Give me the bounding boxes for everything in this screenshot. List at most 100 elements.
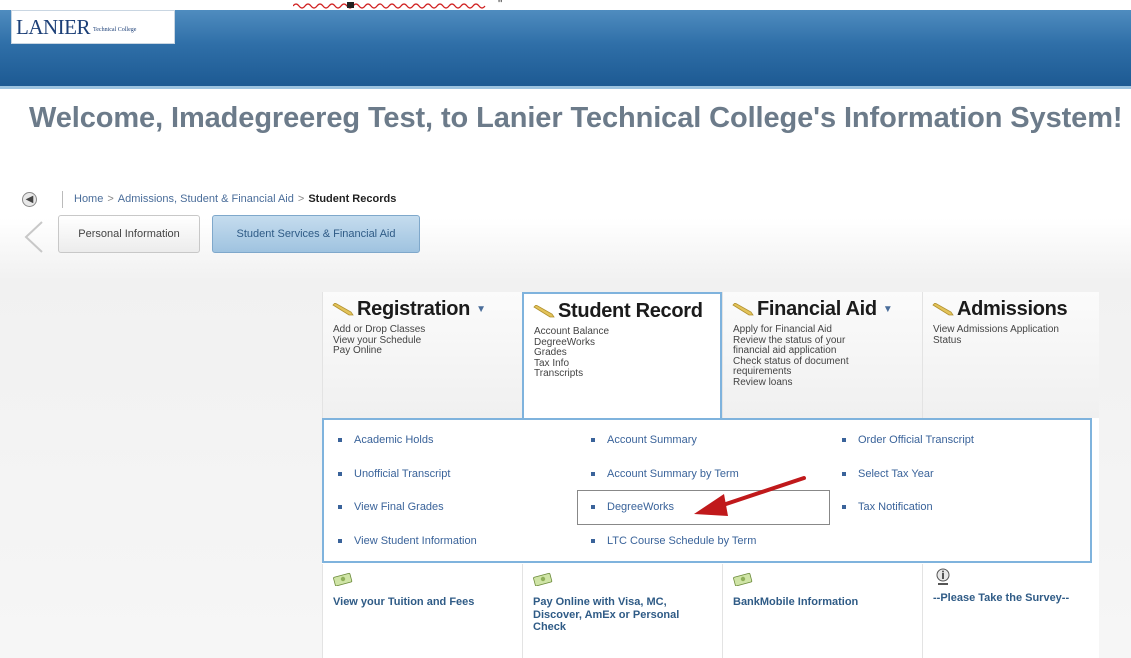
bullet-icon <box>591 539 595 544</box>
category-registration[interactable]: Registration ▼ Add or Drop Classes View y… <box>322 292 522 418</box>
link-label: Select Tax Year <box>858 468 934 480</box>
bullet-icon <box>842 505 846 510</box>
category-line: Pay Online <box>333 345 382 356</box>
link-label: View Student Information <box>354 535 477 547</box>
pencil-icon <box>533 304 555 318</box>
link-label: LTC Course Schedule by Term <box>607 535 757 547</box>
category-financial-aid[interactable]: Financial Aid ▼ Apply for Financial Aid R… <box>722 292 922 418</box>
category-line: Add or Drop Classes <box>333 324 426 335</box>
category-line: Status <box>933 334 962 346</box>
header-divider <box>0 86 1131 89</box>
money-icon <box>733 572 753 586</box>
link-order-official-transcript[interactable]: Order Official Transcript <box>842 434 974 446</box>
category-line: Apply for Financial Aid <box>733 324 832 335</box>
link-tax-notification[interactable]: Tax Notification <box>842 501 933 513</box>
category-student-record[interactable]: Student Record Account Balance DegreeWor… <box>522 292 722 420</box>
bullet-icon <box>591 505 595 510</box>
tile-pay-online[interactable]: Pay Online with Visa, MC, Discover, AmEx… <box>522 564 722 658</box>
tab-personal-information[interactable]: Personal Information <box>58 215 200 253</box>
breadcrumb: Home > Admissions, Student & Financial Aid… <box>74 193 396 205</box>
category-admissions[interactable]: Admissions View Admissions Application S… <box>922 292 1099 418</box>
tile-line: BankMobile Information <box>733 596 859 608</box>
chevron-down-icon[interactable]: ▼ <box>883 304 893 315</box>
quote-mark: " <box>498 0 503 11</box>
link-view-final-grades[interactable]: View Final Grades <box>338 501 444 513</box>
link-view-student-information[interactable]: View Student Information <box>338 535 477 547</box>
category-description: Add or Drop Classes View your Schedule P… <box>333 324 426 357</box>
bullet-icon <box>338 438 342 443</box>
chevron-down-icon[interactable]: ▼ <box>476 304 486 315</box>
pencil-icon <box>732 302 754 316</box>
link-degreeworks[interactable]: DegreeWorks <box>591 501 674 513</box>
category-line: financial aid application <box>733 345 837 356</box>
category-line: requirements <box>733 366 792 377</box>
category-line: Grades <box>534 347 567 358</box>
category-line: Account Balance <box>534 326 610 337</box>
link-label: Unofficial Transcript <box>354 468 451 480</box>
category-line: Review loans <box>733 376 793 388</box>
breadcrumb-admissions[interactable]: Admissions, Student & Financial Aid <box>118 193 294 205</box>
tile-line: Check <box>533 621 567 633</box>
category-description: Apply for Financial Aid Review the statu… <box>733 324 849 388</box>
category-title-text: Registration <box>357 298 471 320</box>
bullet-icon <box>591 438 595 443</box>
breadcrumb-separator: > <box>107 193 114 205</box>
spellcheck-squiggle <box>293 2 486 9</box>
tile-line: View your Tuition and Fees <box>333 596 475 608</box>
link-select-tax-year[interactable]: Select Tax Year <box>842 468 934 480</box>
bullet-icon <box>591 472 595 477</box>
category-description: Account Balance DegreeWorks Grades Tax I… <box>534 326 610 380</box>
tile-tuition-fees[interactable]: View your Tuition and Fees <box>322 564 522 658</box>
link-unofficial-transcript[interactable]: Unofficial Transcript <box>338 468 450 480</box>
link-ltc-course-schedule[interactable]: LTC Course Schedule by Term <box>591 535 756 547</box>
category-title: Financial Aid ▼ <box>731 298 893 321</box>
category-line: View Admissions Application <box>933 324 1059 335</box>
bullet-icon <box>842 472 846 477</box>
link-label: Tax Notification <box>858 501 933 513</box>
bullet-icon <box>338 472 342 477</box>
bullet-icon <box>842 438 846 443</box>
tile-survey[interactable]: --Please Take the Survey-- <box>922 564 1099 658</box>
back-arrow-icon[interactable]: ◀ <box>22 192 37 207</box>
tile-label: View your Tuition and Fees <box>333 596 474 609</box>
page-title: Welcome, Imadegreereg Test, to Lanier Te… <box>29 102 1123 134</box>
pencil-icon <box>932 302 954 316</box>
money-icon <box>333 572 353 586</box>
breadcrumb-divider <box>62 191 63 208</box>
breadcrumb-home[interactable]: Home <box>74 193 103 205</box>
link-label: DegreeWorks <box>607 501 675 513</box>
category-line: Transcripts <box>534 368 584 379</box>
category-title: Student Record <box>532 300 703 323</box>
info-icon <box>936 568 950 585</box>
pencil-icon <box>332 302 354 316</box>
link-label: View Final Grades <box>354 501 444 513</box>
link-label: Account Summary <box>607 434 697 446</box>
money-icon <box>533 572 553 586</box>
tile-line: Discover, AmEx or Personal <box>533 608 680 621</box>
college-logo[interactable]: LANIER Technical College <box>11 10 175 44</box>
category-description: View Admissions Application Status <box>933 324 1059 346</box>
tile-line: --Please Take the Survey-- <box>933 592 1070 604</box>
breadcrumb-current: Student Records <box>308 193 397 205</box>
tile-label: --Please Take the Survey-- <box>933 592 1069 605</box>
category-title-text: Admissions <box>957 298 1068 320</box>
link-label: Academic Holds <box>354 434 434 446</box>
bullet-icon <box>338 539 342 544</box>
annotation-arrow-icon <box>694 476 806 516</box>
logo-subtext: Technical College <box>93 27 137 33</box>
breadcrumb-separator: > <box>297 193 305 205</box>
link-academic-holds[interactable]: Academic Holds <box>338 434 433 446</box>
category-title: Registration ▼ <box>331 298 486 321</box>
logo-text: LANIER <box>16 14 91 39</box>
previous-tab-arrow-icon[interactable] <box>22 220 46 254</box>
tile-bankmobile[interactable]: BankMobile Information <box>722 564 922 658</box>
category-title-text: Student Record <box>558 300 703 322</box>
category-title-text: Financial Aid <box>757 298 877 320</box>
tile-line: Pay Online with Visa, MC, <box>533 596 667 608</box>
bullet-icon <box>338 505 342 510</box>
link-label: Order Official Transcript <box>858 434 974 446</box>
link-account-summary[interactable]: Account Summary <box>591 434 697 446</box>
tab-student-services[interactable]: Student Services & Financial Aid <box>212 215 420 253</box>
tile-label: BankMobile Information <box>733 596 858 609</box>
tile-label: Pay Online with Visa, MC, Discover, AmEx… <box>533 596 679 634</box>
